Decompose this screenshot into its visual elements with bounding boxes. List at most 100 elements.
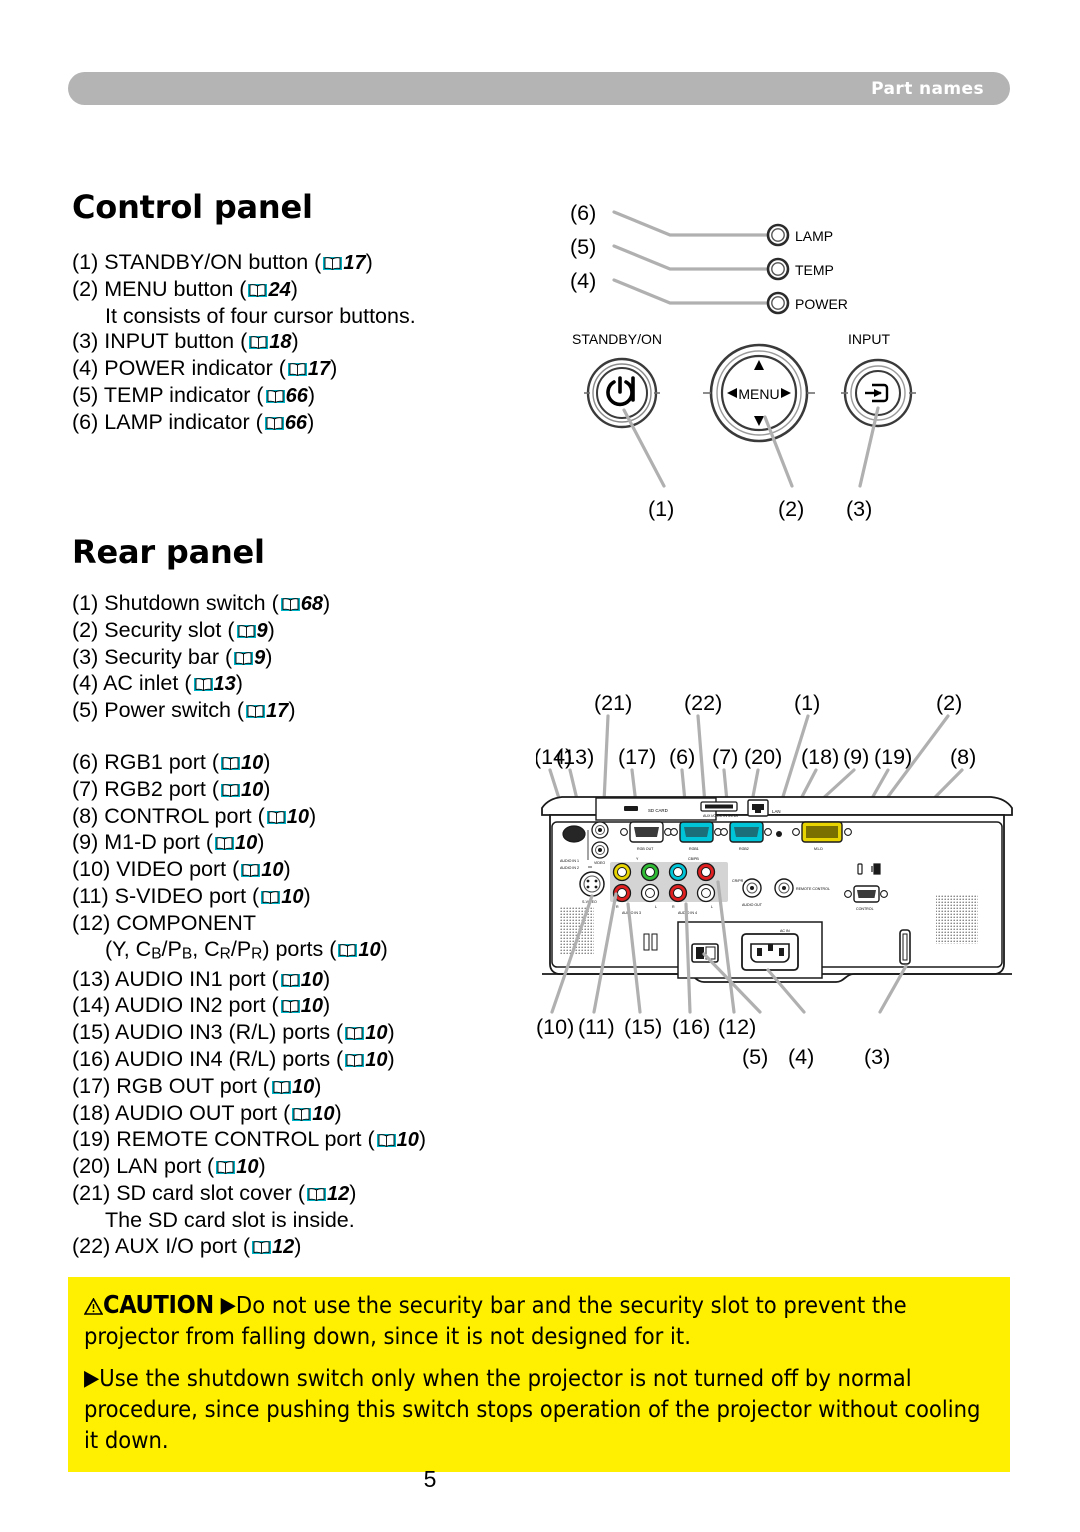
power-indicator-label: POWER <box>795 296 848 312</box>
list-item: (6) RGB1 port (10) <box>72 749 271 774</box>
list-item: (5) TEMP indicator (66) <box>72 382 316 407</box>
list-item: (5) Power switch (17) <box>72 698 296 723</box>
callout-5: (5) <box>570 235 596 259</box>
standby-on-label: STANDBY/ON <box>572 331 662 347</box>
audio-out-label: AUDIO OUT <box>742 903 763 907</box>
list-item: (14) AUDIO IN2 port (10) <box>72 993 331 1018</box>
m1d-port <box>792 821 852 843</box>
audio-in2-jack <box>591 841 609 859</box>
page-header-bar: Part names <box>68 72 1010 105</box>
book-icon <box>280 973 300 988</box>
list-item-continuation: (Y, CB/PB, CR/PR) ports (10) <box>105 936 388 962</box>
input-label: INPUT <box>848 331 890 347</box>
video-port <box>612 862 632 882</box>
list-item: (1) Shutdown switch (68) <box>72 591 331 615</box>
callout-5: (5) <box>742 1045 768 1069</box>
lan-port <box>747 799 769 817</box>
audio-in4-l-label: L <box>711 905 713 909</box>
book-icon <box>220 783 240 798</box>
video-label: VIDEO <box>594 861 605 865</box>
callout-17: (17) <box>618 745 656 769</box>
list-item: (4) POWER indicator (17) <box>72 356 338 381</box>
audio-in3-label: AUDIO IN 3 <box>622 911 641 915</box>
sd-card-label: SD CARD <box>648 808 668 813</box>
callout-1: (1) <box>794 691 820 715</box>
lan-label: LAN <box>772 809 781 814</box>
rear-panel-diagram: (21) (22) (1) (2) (14) (13) (17) (6) (7)… <box>534 682 1036 1077</box>
list-item: (11) S-VIDEO port (10) <box>72 883 311 908</box>
list-item: (2) MENU button (24) <box>72 276 298 301</box>
standby-on-button[interactable] <box>584 357 660 429</box>
audio-in4-r-label: R <box>672 905 675 909</box>
book-icon <box>220 756 240 771</box>
list-item: (13) AUDIO IN1 port (10) <box>72 966 331 991</box>
rear-panel-heading: Rear panel <box>72 533 265 571</box>
component-y-port <box>640 862 660 882</box>
audio-out-port <box>742 878 762 898</box>
book-icon <box>338 943 358 958</box>
warning-triangle-icon <box>83 1291 104 1315</box>
rear-panel-item-list: (1) Shutdown switch (68) (2) Security sl… <box>72 591 426 1260</box>
list-item: (3) Security bar (9) <box>72 644 273 669</box>
speaker-grille-right <box>936 894 978 944</box>
m1d-label: M1-D <box>814 847 823 851</box>
book-icon <box>252 1240 272 1255</box>
book-icon <box>214 836 234 851</box>
menu-cursor-button[interactable]: MENU <box>703 343 815 443</box>
page-number: 5 <box>423 1466 437 1492</box>
list-item: (17) RGB OUT port (10) <box>72 1073 322 1098</box>
book-icon <box>249 335 269 350</box>
input-button[interactable] <box>841 358 916 428</box>
security-slot <box>857 863 863 875</box>
book-icon <box>287 362 307 377</box>
aux-io-label: AUX I/O DC IN 5V/1A <box>703 814 738 818</box>
ac-inlet <box>741 933 799 971</box>
callout-21: (21) <box>594 691 632 715</box>
header-title: Part names <box>871 78 984 99</box>
callout-12: (12) <box>718 1015 756 1039</box>
audio-in1-jack <box>591 821 609 839</box>
callout-19: (19) <box>874 745 912 769</box>
book-icon <box>280 597 300 612</box>
callout-9: (9) <box>843 745 869 769</box>
list-item: (18) AUDIO OUT port (10) <box>72 1100 342 1125</box>
callout-7: (7) <box>712 745 738 769</box>
list-item: (21) SD card slot cover (12) <box>72 1181 357 1206</box>
callout-6: (6) <box>570 201 596 225</box>
list-item: (22) AUX I/O port (12) <box>72 1233 302 1258</box>
book-icon <box>236 624 256 639</box>
control-panel-heading: Control panel <box>72 188 313 226</box>
shutdown-switch <box>562 825 586 843</box>
book-icon <box>345 1026 365 1041</box>
list-item: (12) COMPONENT <box>72 910 256 935</box>
book-icon <box>241 863 261 878</box>
caution-heading: CAUTION <box>83 1290 214 1319</box>
temp-indicator-label: TEMP <box>795 262 834 278</box>
remote-control-port <box>774 878 794 898</box>
callout-3: (3) <box>846 497 872 521</box>
audio-in3-l-label: L <box>655 905 657 909</box>
book-icon <box>280 999 300 1014</box>
lamp-indicator-label: LAMP <box>795 228 833 244</box>
callout-15: (15) <box>624 1015 662 1039</box>
caution-box: CAUTION ▶Do not use the security bar and… <box>68 1277 1010 1472</box>
book-icon <box>265 389 285 404</box>
book-icon <box>376 1133 396 1148</box>
list-item: (8) CONTROL port (10) <box>72 803 317 828</box>
control-label: CONTROL <box>856 907 874 911</box>
audio-in1-label: AUDIO IN 1 <box>560 859 579 863</box>
list-item: (19) REMOTE CONTROL port (10) <box>72 1127 427 1152</box>
component-cr-pr-port <box>696 862 716 882</box>
callout-16: (16) <box>672 1015 710 1039</box>
callout-2: (2) <box>778 497 804 521</box>
rgb-out-label: RGB OUT <box>637 847 654 851</box>
audio-in4-l-port <box>696 883 716 903</box>
book-icon <box>193 677 213 692</box>
temp-indicator-icon <box>766 257 790 281</box>
caution-text-2: Use the shutdown switch only when the pr… <box>84 1364 981 1454</box>
remote-control-label: REMOTE CONTROL <box>796 887 830 891</box>
book-icon <box>248 283 268 298</box>
cr-pr-label: CR/PR <box>732 879 744 883</box>
list-item: (3) INPUT button (18) <box>72 329 299 354</box>
speaker-grille-left <box>560 907 594 955</box>
